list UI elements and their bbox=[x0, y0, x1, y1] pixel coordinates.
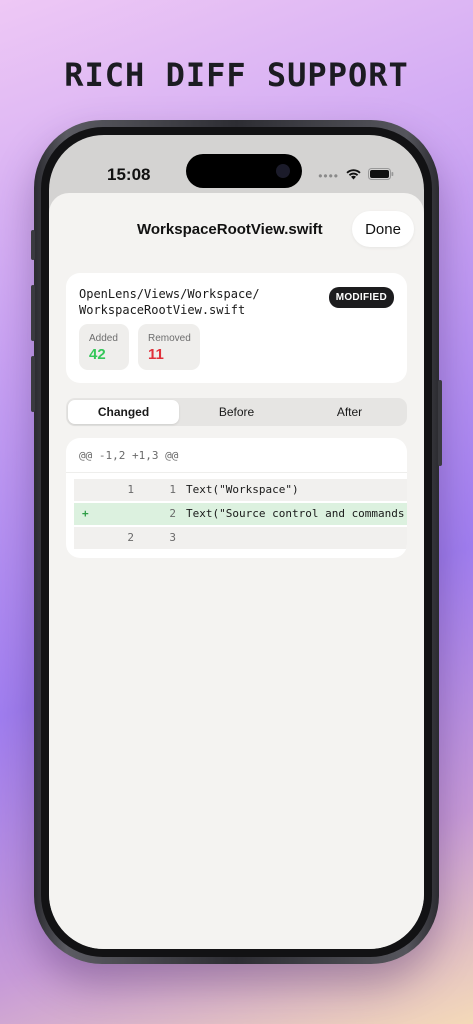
new-line-number: 2 bbox=[169, 507, 176, 520]
old-line-number: 1 bbox=[127, 483, 134, 496]
code-text: Text("Workspace") bbox=[186, 483, 299, 496]
new-line-number: 3 bbox=[169, 531, 176, 544]
added-label: Added bbox=[89, 333, 118, 344]
file-path: OpenLens/Views/Workspace/ WorkspaceRootV… bbox=[79, 286, 260, 318]
file-path-line1: OpenLens/Views/Workspace/ bbox=[79, 287, 260, 301]
status-time: 15:08 bbox=[107, 165, 151, 184]
action-button bbox=[31, 230, 35, 260]
removed-value: 11 bbox=[148, 346, 164, 363]
phone-screen: 15:08 •••• WorkspaceRootView.swift Done … bbox=[49, 135, 424, 949]
segment-before[interactable]: Before bbox=[181, 400, 292, 424]
status-indicators: •••• bbox=[318, 167, 394, 185]
hunk-divider bbox=[66, 472, 407, 473]
hunk-header: @@ -1,2 +1,3 @@ bbox=[79, 449, 179, 462]
power-button bbox=[438, 380, 442, 466]
segment-changed[interactable]: Changed bbox=[68, 400, 179, 424]
file-summary-card: OpenLens/Views/Workspace/ WorkspaceRootV… bbox=[66, 273, 407, 383]
signal-dots-icon: •••• bbox=[318, 169, 339, 183]
nav-title: WorkspaceRootView.swift bbox=[137, 221, 323, 238]
removed-stat: Removed 11 bbox=[138, 324, 200, 370]
volume-down-button bbox=[31, 356, 35, 412]
done-button[interactable]: Done bbox=[352, 211, 414, 247]
file-path-line2: WorkspaceRootView.swift bbox=[79, 303, 246, 317]
dynamic-island bbox=[186, 154, 302, 188]
diff-marker: + bbox=[82, 507, 89, 520]
diff-card: @@ -1,2 +1,3 @@ 1 1 Text("Workspace") + … bbox=[66, 438, 407, 558]
new-line-number: 1 bbox=[169, 483, 176, 496]
removed-label: Removed bbox=[148, 333, 191, 344]
added-value: 42 bbox=[89, 346, 106, 363]
view-mode-segmented-control: Changed Before After bbox=[66, 398, 407, 426]
diff-row: 1 1 Text("Workspace") bbox=[74, 479, 407, 501]
added-stat: Added 42 bbox=[79, 324, 129, 370]
camera-icon bbox=[276, 164, 290, 178]
code-text: Text("Source control and commands i bbox=[186, 507, 407, 520]
phone-frame: 15:08 •••• WorkspaceRootView.swift Done … bbox=[31, 120, 442, 964]
volume-up-button bbox=[31, 285, 35, 341]
headline: RICH DIFF SUPPORT bbox=[64, 56, 409, 94]
phone-bezel: 15:08 •••• WorkspaceRootView.swift Done … bbox=[41, 127, 432, 957]
battery-icon bbox=[368, 167, 394, 185]
status-badge: MODIFIED bbox=[328, 287, 394, 308]
segment-after[interactable]: After bbox=[294, 400, 405, 424]
diff-row-added: + 2 Text("Source control and commands i bbox=[74, 503, 407, 525]
wifi-icon bbox=[345, 167, 362, 185]
diff-row: 2 3 bbox=[74, 527, 407, 549]
diff-sheet: WorkspaceRootView.swift Done OpenLens/Vi… bbox=[49, 193, 424, 949]
old-line-number: 2 bbox=[127, 531, 134, 544]
